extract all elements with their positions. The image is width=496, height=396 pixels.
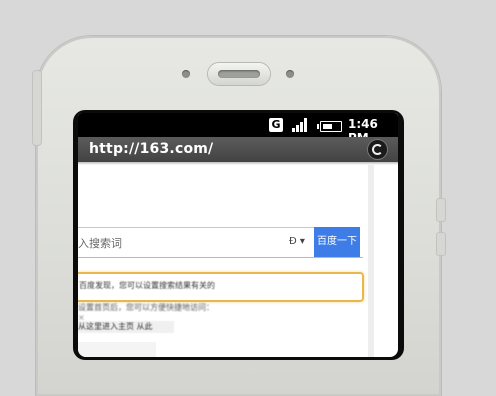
- refresh-icon[interactable]: [368, 140, 387, 159]
- search-dropdown[interactable]: Ð ▾: [289, 236, 305, 247]
- light-sensor: [286, 70, 294, 78]
- homepage-link[interactable]: 从这里进入主页 从此: [78, 321, 174, 333]
- volume-up-button[interactable]: [436, 198, 446, 222]
- side-button-left[interactable]: [32, 70, 42, 146]
- scrollbar[interactable]: [368, 165, 374, 357]
- search-placeholder: 入搜索词: [78, 237, 122, 250]
- proximity-sensor: [182, 70, 190, 78]
- tip-text: 设置首页后，您可以方便快捷地访问：: [78, 303, 214, 312]
- url-text[interactable]: http://163.com/: [89, 141, 213, 157]
- screen: G 1:46 PM http://163.com/ 入搜索词 Ð ▾ 百度一下 …: [78, 113, 398, 357]
- search-row: 入搜索词 Ð ▾ 百度一下: [78, 227, 363, 258]
- bottom-panel: [78, 342, 156, 357]
- search-button[interactable]: 百度一下: [314, 227, 360, 257]
- volume-down-button[interactable]: [436, 232, 446, 256]
- url-bar[interactable]: http://163.com/: [78, 137, 398, 162]
- network-g-icon: G: [269, 118, 283, 132]
- notice-box[interactable]: 百度发现，您可以设置搜索结果有关的: [78, 272, 364, 302]
- speaker-grill: [218, 70, 260, 78]
- signal-icon: [292, 118, 310, 132]
- notice-text: 百度发现，您可以设置搜索结果有关的: [79, 281, 215, 290]
- status-bar: G 1:46 PM: [78, 113, 398, 145]
- earpiece-speaker: [208, 63, 270, 85]
- battery-icon: [317, 121, 342, 132]
- search-input[interactable]: 入搜索词 Ð ▾: [78, 227, 314, 258]
- url-bar-shadow: [78, 162, 398, 165]
